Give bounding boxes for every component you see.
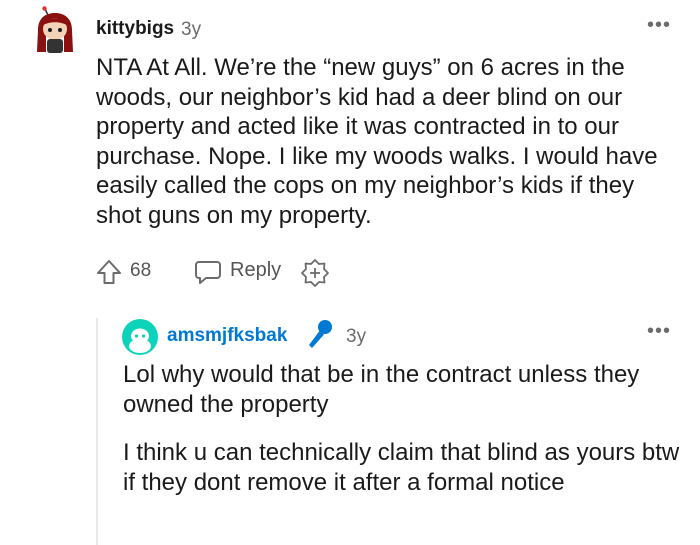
reply-icon[interactable]	[193, 258, 223, 286]
comment-username[interactable]: kittybigs	[96, 18, 174, 40]
reply-age: 3y	[346, 326, 367, 347]
vote-count: 68	[130, 260, 152, 281]
thread-line[interactable]	[96, 318, 98, 545]
microphone-icon	[305, 318, 335, 352]
upvote-icon[interactable]	[94, 258, 124, 286]
reply-button[interactable]: Reply	[230, 259, 281, 282]
comment-body: NTA At All. We’re the “new guys” on 6 ac…	[96, 54, 658, 229]
avatar[interactable]	[122, 319, 158, 355]
comment-age: 3y	[181, 19, 202, 40]
avatar[interactable]	[34, 6, 76, 54]
reply-paragraph: Lol why would that be in the contract un…	[123, 361, 640, 418]
more-icon[interactable]: •••	[647, 14, 671, 37]
award-icon[interactable]	[300, 258, 330, 288]
more-icon[interactable]: •••	[647, 320, 671, 343]
reply-username[interactable]: amsmjfksbak	[167, 325, 287, 347]
reply-paragraph: I think u can technically claim that bli…	[123, 439, 680, 496]
